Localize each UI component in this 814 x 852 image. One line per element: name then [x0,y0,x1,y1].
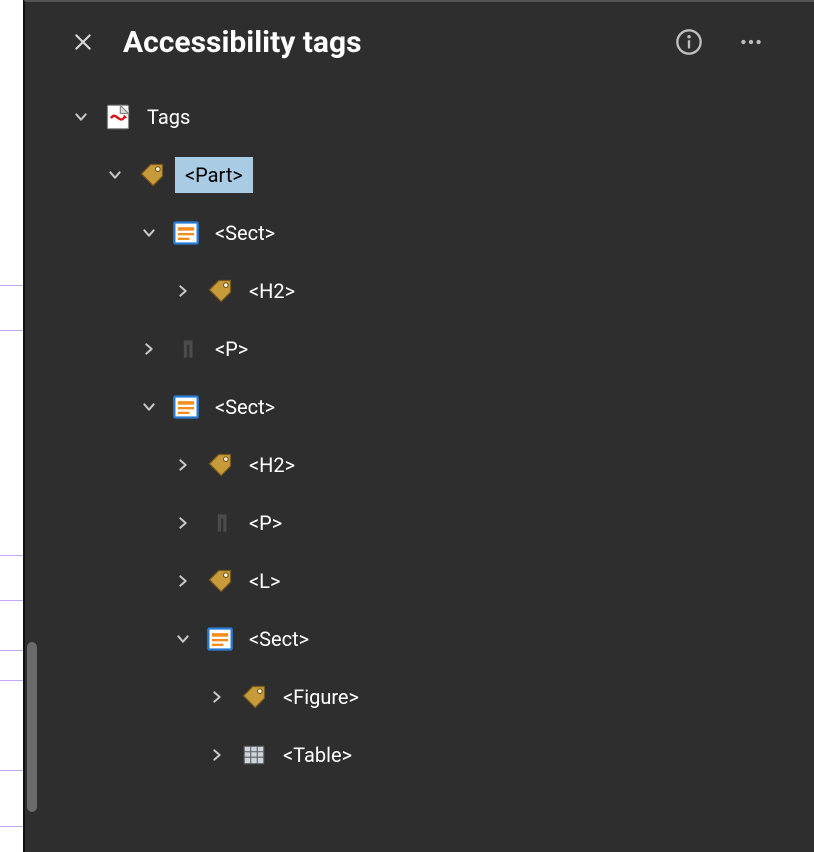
tag-icon [206,451,234,479]
more-icon [738,29,764,55]
node-label[interactable]: <Sect> [243,625,315,653]
node-icon [239,682,269,712]
close-icon [73,32,93,52]
section-icon [206,625,234,653]
node-label[interactable]: <H2> [243,451,301,479]
chevron-down-icon [175,631,191,647]
disclosure-toggle[interactable] [169,451,197,479]
disclosure-toggle[interactable] [169,509,197,537]
node-label[interactable]: <P> [209,335,254,363]
node-icon [205,450,235,480]
node-label[interactable]: <Part> [175,157,253,193]
node-icon [171,218,201,248]
chevron-right-icon [175,515,191,531]
disclosure-toggle[interactable] [169,625,197,653]
node-label[interactable]: <H2> [243,277,301,305]
disclosure-toggle[interactable] [135,335,163,363]
disclosure-toggle[interactable] [169,277,197,305]
tree-row[interactable]: <Part> [35,146,804,204]
chevron-right-icon [141,341,157,357]
paragraph-icon [173,336,199,362]
chevron-down-icon [73,109,89,125]
node-icon [205,276,235,306]
chevron-down-icon [141,399,157,415]
info-icon [675,28,703,56]
tag-icon [206,277,234,305]
more-options-button[interactable] [734,25,768,59]
node-icon [171,392,201,422]
node-label[interactable]: <Figure> [277,683,365,711]
table-icon [241,742,267,768]
tag-icon [240,683,268,711]
document-sliver [0,0,24,852]
tree-row[interactable]: <Figure> [35,668,804,726]
disclosure-toggle[interactable] [135,219,163,247]
chevron-right-icon [209,747,225,763]
tree-row[interactable]: <H2> [35,436,804,494]
panel-header: Accessibility tags [25,2,814,78]
chevron-down-icon [107,167,123,183]
chevron-down-icon [141,225,157,241]
node-label[interactable]: <P> [243,509,288,537]
node-icon [103,102,133,132]
tree-row[interactable]: <Sect> [35,610,804,668]
tree-row[interactable]: Tags [35,88,804,146]
chevron-right-icon [209,689,225,705]
tree-row[interactable]: <L> [35,552,804,610]
tree-row[interactable]: <Sect> [35,204,804,262]
node-icon [239,740,269,770]
chevron-right-icon [175,283,191,299]
section-icon [172,393,200,421]
tag-icon [138,161,166,189]
info-button[interactable] [672,25,706,59]
tree-row[interactable]: <Sect> [35,378,804,436]
tree-row[interactable]: <P> [35,320,804,378]
node-icon [205,508,235,538]
disclosure-toggle[interactable] [101,161,129,189]
tree-row[interactable]: <P> [35,494,804,552]
tags-tree: Tags <Part> <Sect> <H2> <P> <Sect> <H2> <P> <L> <… [25,78,814,794]
node-label[interactable]: <L> [243,567,286,595]
node-icon [137,160,167,190]
node-icon [205,624,235,654]
section-icon [172,219,200,247]
close-button[interactable] [63,22,103,62]
pdf-icon [104,103,132,131]
node-label[interactable]: <Sect> [209,219,281,247]
tag-icon [206,567,234,595]
node-label[interactable]: <Sect> [209,393,281,421]
disclosure-toggle[interactable] [135,393,163,421]
node-label[interactable]: Tags [141,103,196,131]
node-icon [171,334,201,364]
disclosure-toggle[interactable] [169,567,197,595]
node-icon [205,566,235,596]
panel-title: Accessibility tags [123,25,672,60]
tree-row[interactable]: <Table> [35,726,804,784]
accessibility-tags-panel: Accessibility tags Tags <Part> <Sect> <H2> <… [24,0,814,852]
node-label[interactable]: <Table> [277,741,358,769]
chevron-right-icon [175,573,191,589]
chevron-right-icon [175,457,191,473]
disclosure-toggle[interactable] [203,683,231,711]
disclosure-toggle[interactable] [203,741,231,769]
paragraph-icon [207,510,233,536]
scrollbar-thumb[interactable] [27,642,37,812]
disclosure-toggle[interactable] [67,103,95,131]
tree-row[interactable]: <H2> [35,262,804,320]
